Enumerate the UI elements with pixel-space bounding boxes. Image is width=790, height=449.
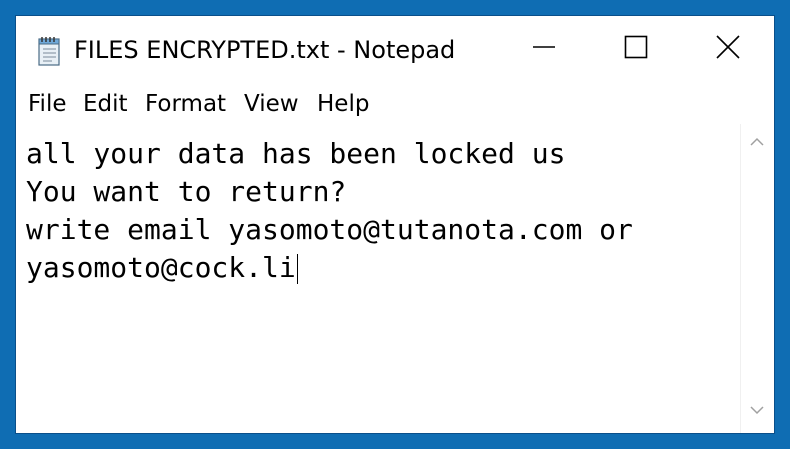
menu-file[interactable]: File bbox=[26, 90, 69, 118]
text-editor[interactable]: all your data has been locked us You wan… bbox=[16, 124, 740, 433]
window-title: FILES ENCRYPTED.txt - Notepad bbox=[74, 36, 456, 64]
notepad-icon bbox=[34, 35, 66, 67]
maximize-icon bbox=[624, 35, 648, 64]
menu-help[interactable]: Help bbox=[315, 90, 371, 118]
editor-line: all your data has been locked us bbox=[26, 137, 566, 170]
text-cursor bbox=[296, 254, 298, 284]
minimize-button[interactable] bbox=[498, 16, 590, 82]
editor-line-last: yasomoto@cock.li bbox=[26, 249, 298, 287]
scroll-up-icon[interactable] bbox=[749, 134, 765, 155]
notepad-window: PC risk.com FILES ENCRYPTED.txt - Notepa… bbox=[15, 15, 775, 434]
vertical-scrollbar[interactable] bbox=[740, 124, 774, 433]
menu-edit[interactable]: Edit bbox=[81, 90, 130, 118]
minimize-icon bbox=[532, 35, 556, 64]
menu-view[interactable]: View bbox=[242, 90, 301, 118]
close-icon bbox=[716, 34, 740, 64]
editor-line-text: yasomoto@cock.li bbox=[26, 251, 296, 284]
editor-line: write email yasomoto@tutanota.com or bbox=[26, 213, 633, 246]
scroll-down-icon[interactable] bbox=[749, 402, 765, 423]
title-bar[interactable]: FILES ENCRYPTED.txt - Notepad bbox=[16, 16, 774, 82]
editor-line: You want to return? bbox=[26, 175, 347, 208]
menu-bar: File Edit Format View Help bbox=[16, 82, 774, 124]
close-button[interactable] bbox=[682, 16, 774, 82]
maximize-button[interactable] bbox=[590, 16, 682, 82]
menu-format[interactable]: Format bbox=[143, 90, 228, 118]
